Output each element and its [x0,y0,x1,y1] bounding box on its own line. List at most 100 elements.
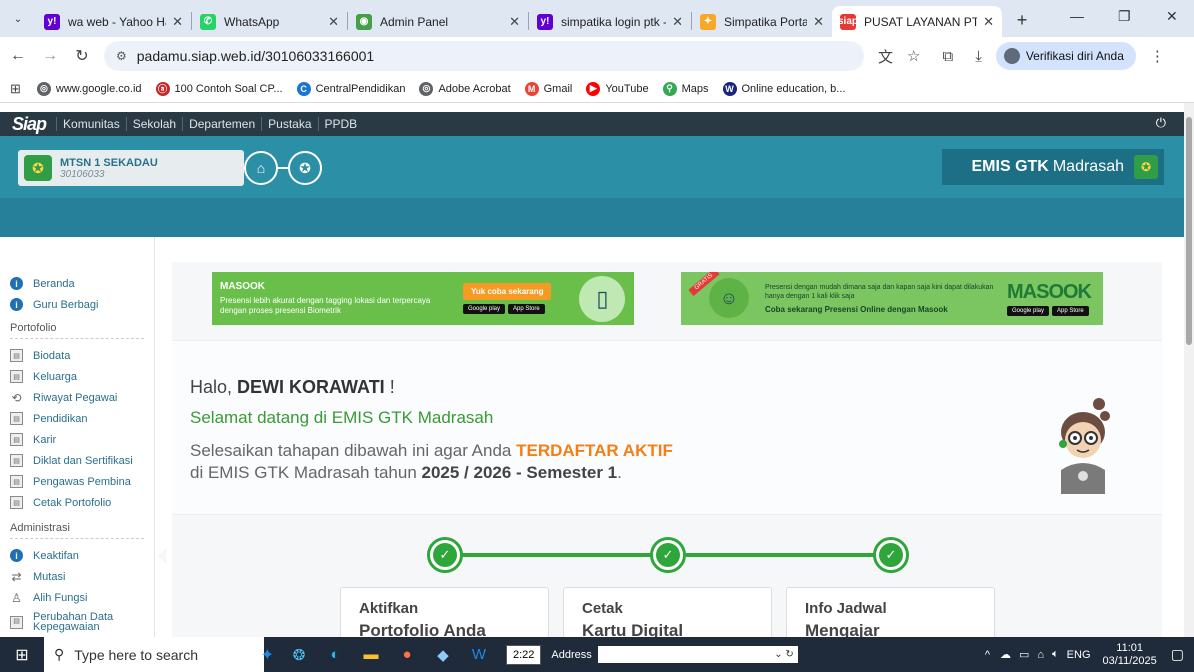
building-icon[interactable]: ⌂ [244,151,278,185]
bookmark-item[interactable]: ⚲ Maps [662,81,709,96]
browser-menu-icon[interactable]: ⋮ [1150,47,1165,65]
url-input[interactable]: ⚙ padamu.siap.web.id/30106033166001 [104,41,864,71]
sidebar-item[interactable]: ▤ Pendidikan [10,408,154,429]
file-explorer-icon[interactable]: ▬ [354,637,388,672]
battery-icon[interactable]: ▭ [1019,648,1029,661]
extensions-icon[interactable]: ⧉ [942,48,953,65]
taskbar-search-input[interactable]: ⚲ Type here to search ✦ [44,637,274,672]
masook-banner-left[interactable]: MASOOK Presensi lebih akurat dengan tagg… [212,272,634,325]
app-store-badge[interactable]: App Store [508,304,545,314]
app-icon[interactable]: ◆ [426,637,460,672]
sidebar-item[interactable]: ▤ Diklat dan Sertifikasi [10,450,154,471]
bookmark-item[interactable]: ◎ www.google.co.id [36,81,142,96]
sidebar-item[interactable]: i Keaktifan [10,545,166,566]
close-window-icon[interactable]: ✕ [1166,8,1178,25]
minimize-icon[interactable]: — [1070,8,1084,24]
emblem-circle-icon[interactable]: ✪ [288,151,322,185]
sidebar-item[interactable]: ▤ Cetak Portofolio [10,492,154,513]
browser-tab[interactable]: y! simpatika login ptk - ✕ [529,6,691,37]
cloud-icon[interactable]: ☁ [1000,648,1011,661]
bookmark-item[interactable]: M Gmail [524,81,572,96]
google-play-badge-right[interactable]: Google play [1007,306,1050,316]
site-info-icon[interactable]: ⚙ [116,49,127,63]
windows-start-icon[interactable]: ⊞ [0,637,44,672]
sidebar-item[interactable]: ▤ Karir [10,429,154,450]
sidebar-item[interactable]: i Beranda [10,273,154,294]
app-store-badge-right[interactable]: App Store [1052,306,1089,316]
address-input[interactable]: ⌄ ↻ [597,646,798,663]
siap-logo[interactable]: Siap [0,114,56,135]
bookmark-item[interactable]: C CentralPendidikan [296,81,405,96]
browser-tab[interactable]: y! wa web - Yahoo Hasil ✕ [36,6,191,37]
language-indicator[interactable]: ENG [1067,649,1091,661]
step-title: Aktifkan [359,600,419,617]
copilot-sparkle-icon[interactable]: ✦ [261,645,274,665]
siap-nav-item[interactable]: Komunitas [56,117,126,131]
back-arrow-icon[interactable]: ← [4,42,32,70]
apps-grid-icon[interactable]: ⊞ [10,81,21,97]
masook-banner-right[interactable]: GRATIS ☺ Presensi dengan mudah dimana sa… [681,272,1103,325]
tab-search-dropdown-icon[interactable]: ⌄ [6,7,30,31]
power-icon[interactable]: ⏻ [1156,115,1166,131]
sidebar-item[interactable]: i Guru Berbagi [10,294,154,315]
download-icon[interactable]: ⤓ [975,48,982,65]
sidebar-item[interactable]: ▤ Keluarga [10,366,154,387]
bookmark-item[interactable]: ▶ YouTube [586,81,649,96]
tab-close-icon[interactable]: ✕ [509,14,520,30]
translate-icon[interactable]: 文 [878,46,893,67]
clock[interactable]: 11:01 03/11/2025 [1103,642,1157,668]
sidebar-top-list: i Beranda i Guru Berbagi [10,273,154,315]
bookmark-list: ◎ www.google.co.id ⓐ 100 Contoh Soal CP... C… [36,81,860,96]
siap-nav-item[interactable]: Pustaka [261,117,317,131]
sidebar-item[interactable]: ⟲ Riwayat Pegawai [10,387,154,408]
firefox-icon[interactable]: ● [390,637,424,672]
notification-icon[interactable]: ▢ [1171,646,1184,663]
sidebar-item[interactable]: ▤ Biodata [10,345,154,366]
sidebar-admin-list: i Keaktifan ⇄ Mutasi ♙ Alih Fungsi ▤ Perubahan … [10,545,166,636]
bookmark-label: 100 Contoh Soal CP... [174,82,283,95]
scrollbar-thumb[interactable] [1186,117,1192,345]
tab-close-icon[interactable]: ✕ [172,14,183,30]
siap-nav-item[interactable]: PPDB [317,117,364,131]
sidebar-item[interactable]: ⇄ Mutasi [10,566,154,587]
siap-nav-item[interactable]: Departemen [182,117,261,131]
sidebar-document-icon: ▤ [10,349,23,362]
sidebar-item[interactable]: ▤ Pengawas Pembina [10,471,154,492]
google-play-badge[interactable]: Google play [463,304,506,314]
sidebar-item[interactable]: ♙ Alih Fungsi [10,587,154,608]
siap-nav-item[interactable]: Sekolah [125,117,182,131]
mascot-illustration [1059,398,1110,494]
sidebar-item-label: Pengawas Pembina [33,475,131,488]
copilot-icon[interactable]: ❂ [282,637,316,672]
bookmark-item[interactable]: ◎ Adobe Acrobat [419,81,511,96]
tab-close-icon[interactable]: ✕ [328,14,339,30]
browser-tab[interactable]: ◉ Admin Panel ✕ [348,6,528,37]
volume-icon[interactable]: 🔈︎ [1052,648,1059,661]
tray-chevron-icon[interactable]: ^ [985,649,990,661]
instr-highlight: TERDAFTAR AKTIF [516,441,673,460]
browser-tab[interactable]: siap PUSAT LAYANAN PTK ✕ [832,6,1002,37]
bookmark-item[interactable]: W Online education, b... [722,81,845,96]
browser-tab[interactable]: ✆ WhatsApp ✕ [192,6,347,37]
sidebar-document-icon: ▤ [10,496,23,509]
network-icon[interactable]: ⌂ [1037,649,1044,661]
sidebar-item-label: Riwayat Pegawai [33,391,118,404]
tab-close-icon[interactable]: ✕ [672,14,683,30]
new-tab-plus-icon[interactable]: + [1008,6,1036,34]
edge-browser-icon[interactable]: ◐ [318,637,352,672]
reload-icon[interactable]: ↻ [68,42,96,70]
browser-tab[interactable]: ✦ Simpatika Portal ✕ [692,6,832,37]
restore-icon[interactable]: ❐ [1118,8,1131,25]
school-card[interactable]: ✪ MTSN 1 SEKADAU 30106033 [18,150,244,186]
profile-verify-button[interactable]: Verifikasi diri Anda [995,42,1136,70]
tab-close-icon[interactable]: ✕ [983,14,994,30]
sidebar-item[interactable]: ▤ Perubahan Data Kepegawaian [10,608,154,636]
banner-try-button[interactable]: Yuk coba sekarang [463,283,552,300]
word-icon[interactable]: W [462,637,496,672]
bookmark-star-icon[interactable]: ☆ [907,47,920,65]
page-scrollbar[interactable] [1184,103,1194,637]
forward-arrow-icon[interactable]: → [36,42,64,70]
tab-close-icon[interactable]: ✕ [813,14,824,30]
bookmark-item[interactable]: ⓐ 100 Contoh Soal CP... [155,81,283,96]
step-check-circle: ✓ [873,537,909,573]
